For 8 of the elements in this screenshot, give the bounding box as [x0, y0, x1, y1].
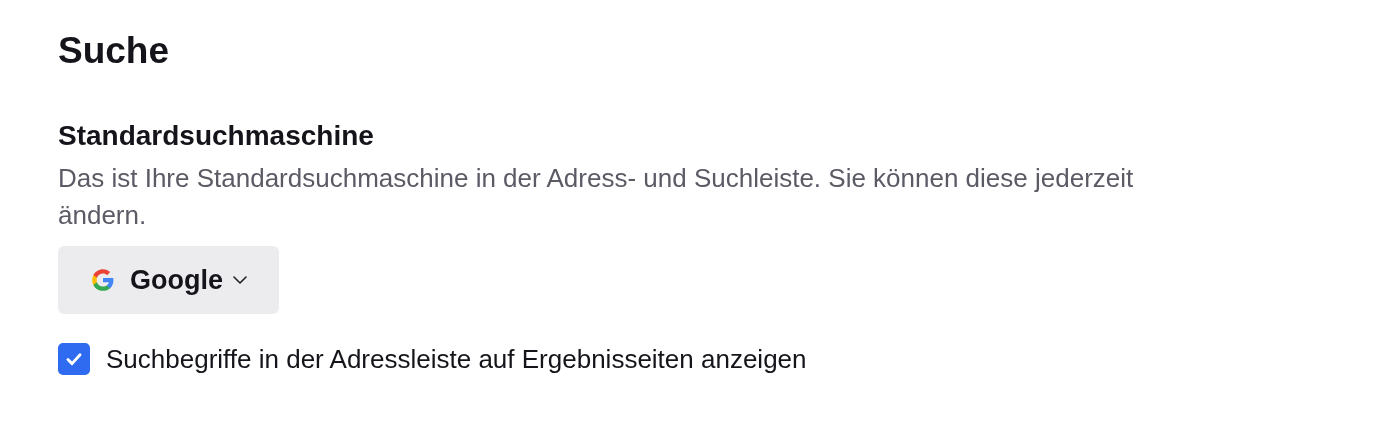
chevron-down-icon: [233, 276, 247, 284]
google-g-icon: [90, 267, 116, 293]
section-title: Standardsuchmaschine: [58, 119, 375, 153]
search-engine-dropdown[interactable]: Google: [58, 246, 279, 314]
checkbox[interactable]: [58, 343, 90, 375]
checkbox-label[interactable]: Suchbegriffe in der Adressleiste auf Ergebnisseiten anzeigen: [106, 343, 807, 375]
section-description: Das ist Ihre Standardsuchmaschine in der Adress- und Suchleiste. Sie können diese jederzeit ändern.: [58, 162, 1135, 232]
page-heading: Suche: [58, 29, 171, 73]
